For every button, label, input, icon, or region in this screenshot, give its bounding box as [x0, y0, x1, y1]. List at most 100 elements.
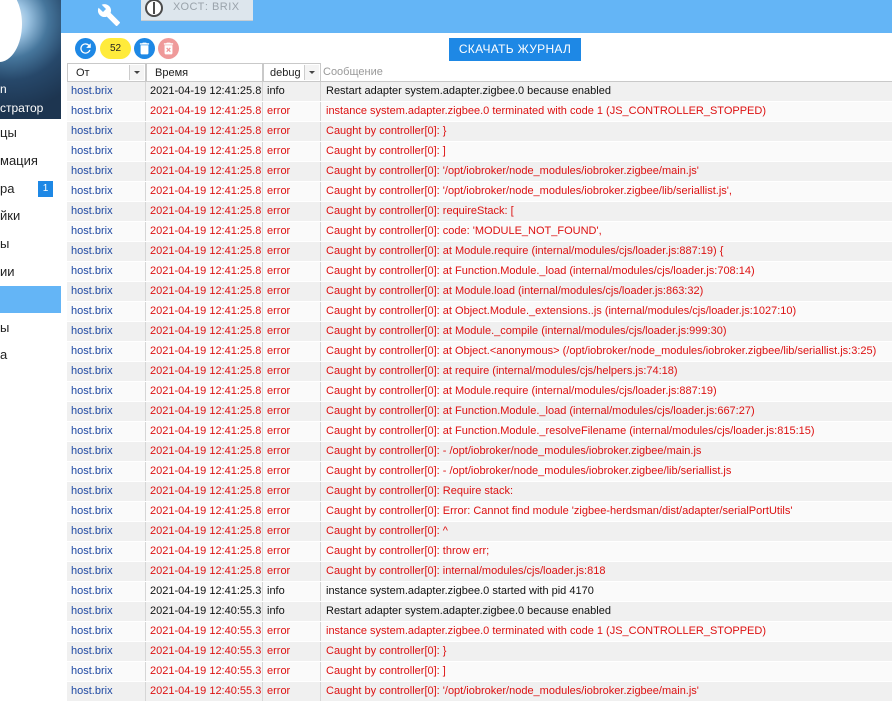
table-row[interactable]: host.brix 2021-04-19 12:41:25.89 error Caug… [67, 142, 892, 162]
message-cell: Caught by controller[0]: at Object.<anon… [326, 345, 877, 357]
table-row[interactable]: host.brix 2021-04-19 12:41:25.89 error Caug… [67, 482, 892, 502]
message-cell: Caught by controller[0]: internal/module… [326, 565, 606, 577]
time-cell: 2021-04-19 12:41:25.89 [146, 122, 263, 141]
sidebar-item-9[interactable]: а [0, 341, 61, 368]
logo [0, 0, 22, 62]
source-cell: host.brix [67, 502, 146, 521]
table-row[interactable]: host.brix 2021-04-19 12:41:25.89 info Resta… [67, 82, 892, 102]
power-icon [145, 0, 163, 17]
severity-cell: error [263, 202, 321, 221]
message-cell: Caught by controller[0]: code: 'MODULE_N… [326, 225, 602, 237]
table-row[interactable]: host.brix 2021-04-19 12:40:55.36 error Caug… [67, 682, 892, 702]
severity-cell: error [263, 622, 321, 641]
message-filter-input[interactable]: Сообщение [321, 63, 892, 82]
sidebar-item-8[interactable]: ы [0, 314, 61, 341]
source-cell: host.brix [67, 82, 146, 101]
sidebar-item-1[interactable]: цы [0, 119, 61, 146]
top-bar: ХОСТ: BRIX [61, 0, 892, 33]
source-cell: host.brix [67, 582, 146, 601]
table-row[interactable]: host.brix 2021-04-19 12:41:25.89 error Caug… [67, 282, 892, 302]
table-row[interactable]: host.brix 2021-04-19 12:41:25.89 error Caug… [67, 562, 892, 582]
table-row[interactable]: host.brix 2021-04-19 12:41:25.89 error Caug… [67, 182, 892, 202]
severity-cell: error [263, 262, 321, 281]
delete-log-button[interactable] [134, 38, 155, 59]
severity-cell: error [263, 322, 321, 341]
table-row[interactable]: host.brix 2021-04-19 12:41:25.89 error Caug… [67, 262, 892, 282]
message-cell: Caught by controller[0]: at Module.requi… [326, 245, 724, 257]
download-log-button[interactable]: СКАЧАТЬ ЖУРНАЛ [449, 38, 581, 61]
source-cell: host.brix [67, 542, 146, 561]
sidebar-item-label: ы [0, 236, 10, 251]
table-row[interactable]: host.brix 2021-04-19 12:41:25.89 error Caug… [67, 442, 892, 462]
time-cell: 2021-04-19 12:41:25.89 [146, 442, 263, 461]
message-cell: Restart adapter system.adapter.zigbee.0 … [326, 605, 611, 617]
host-selector[interactable]: ХОСТ: BRIX [141, 0, 253, 21]
severity-cell: error [263, 242, 321, 261]
message-cell: Caught by controller[0]: '/opt/iobroker/… [326, 185, 732, 197]
table-row[interactable]: host.brix 2021-04-19 12:40:55.36 error inst… [67, 622, 892, 642]
table-row[interactable]: host.brix 2021-04-19 12:41:25.89 error Caug… [67, 122, 892, 142]
table-row[interactable]: host.brix 2021-04-19 12:41:25.89 error Caug… [67, 202, 892, 222]
table-row[interactable]: host.brix 2021-04-19 12:41:25.89 error Caug… [67, 242, 892, 262]
source-cell: host.brix [67, 602, 146, 621]
sidebar-item-3[interactable]: ра 1 [0, 175, 61, 202]
table-row[interactable]: host.brix 2021-04-19 12:41:25.39 info insta… [67, 582, 892, 602]
sidebar-item-2[interactable]: мация [0, 147, 61, 174]
table-row[interactable]: host.brix 2021-04-19 12:40:55.36 error Caug… [67, 642, 892, 662]
table-row[interactable]: host.brix 2021-04-19 12:41:25.89 error Caug… [67, 502, 892, 522]
wrench-icon[interactable] [97, 3, 121, 27]
sidebar-item-6[interactable]: ии [0, 258, 61, 285]
log-table: host.brix 2021-04-19 12:41:25.89 info Resta… [67, 82, 892, 702]
source-cell: host.brix [67, 482, 146, 501]
table-row[interactable]: host.brix 2021-04-19 12:41:25.89 error Caug… [67, 462, 892, 482]
time-cell: 2021-04-19 12:41:25.89 [146, 462, 263, 481]
severity-cell: error [263, 382, 321, 401]
source-cell: host.brix [67, 462, 146, 481]
sidebar-item-log-active[interactable] [0, 286, 61, 313]
severity-cell: error [263, 282, 321, 301]
message-cell: Caught by controller[0]: at Module._comp… [326, 325, 727, 337]
table-row[interactable]: host.brix 2021-04-19 12:41:25.89 error inst… [67, 102, 892, 122]
table-row[interactable]: host.brix 2021-04-19 12:41:25.89 error Caug… [67, 422, 892, 442]
table-row[interactable]: host.brix 2021-04-19 12:41:25.89 error Caug… [67, 302, 892, 322]
severity-filter[interactable]: debug [263, 63, 321, 82]
source-filter[interactable]: От [67, 63, 146, 82]
time-cell: 2021-04-19 12:41:25.89 [146, 302, 263, 321]
sidebar-item-5[interactable]: ы [0, 230, 61, 257]
notification-badge: 1 [38, 181, 53, 197]
table-row[interactable]: host.brix 2021-04-19 12:41:25.89 error Caug… [67, 522, 892, 542]
message-cell: Caught by controller[0]: Require stack: [326, 485, 514, 497]
source-cell: host.brix [67, 202, 146, 221]
message-cell: Caught by controller[0]: at Module.requi… [326, 385, 717, 397]
time-column-header: Время [146, 63, 263, 82]
source-cell: host.brix [67, 222, 146, 241]
sidebar-item-label: а [0, 347, 8, 362]
table-row[interactable]: host.brix 2021-04-19 12:41:25.89 error Caug… [67, 542, 892, 562]
table-row[interactable]: host.brix 2021-04-19 12:41:25.89 error Caug… [67, 322, 892, 342]
table-row[interactable]: host.brix 2021-04-19 12:41:25.89 error Caug… [67, 342, 892, 362]
source-cell: host.brix [67, 142, 146, 161]
sidebar-item-4[interactable]: йки [0, 202, 61, 229]
table-row[interactable]: host.brix 2021-04-19 12:41:25.89 error Caug… [67, 222, 892, 242]
source-cell: host.brix [67, 242, 146, 261]
time-cell: 2021-04-19 12:41:25.89 [146, 182, 263, 201]
time-cell: 2021-04-19 12:41:25.89 [146, 482, 263, 501]
table-row[interactable]: host.brix 2021-04-19 12:40:55.36 info Resta… [67, 602, 892, 622]
refresh-button[interactable] [75, 38, 96, 59]
table-row[interactable]: host.brix 2021-04-19 12:41:25.89 error Caug… [67, 382, 892, 402]
table-row[interactable]: host.brix 2021-04-19 12:41:25.89 error Caug… [67, 402, 892, 422]
message-cell: Caught by controller[0]: at Function.Mod… [326, 265, 755, 277]
message-cell: Caught by controller[0]: throw err; [326, 545, 490, 557]
severity-cell: info [263, 82, 321, 101]
user-name: n [0, 82, 7, 96]
clear-log-button[interactable] [158, 38, 179, 59]
sidebar: n стратор цы мация ра 1 йки ы ии ы а [0, 0, 61, 677]
table-row[interactable]: host.brix 2021-04-19 12:41:25.89 error Caug… [67, 362, 892, 382]
message-cell: Caught by controller[0]: } [326, 645, 447, 657]
message-cell: instance system.adapter.zigbee.0 termina… [326, 625, 766, 637]
source-cell: host.brix [67, 322, 146, 341]
source-cell: host.brix [67, 682, 146, 701]
severity-cell: error [263, 402, 321, 421]
table-row[interactable]: host.brix 2021-04-19 12:40:55.36 error Caug… [67, 662, 892, 682]
table-row[interactable]: host.brix 2021-04-19 12:41:25.89 error Caug… [67, 162, 892, 182]
